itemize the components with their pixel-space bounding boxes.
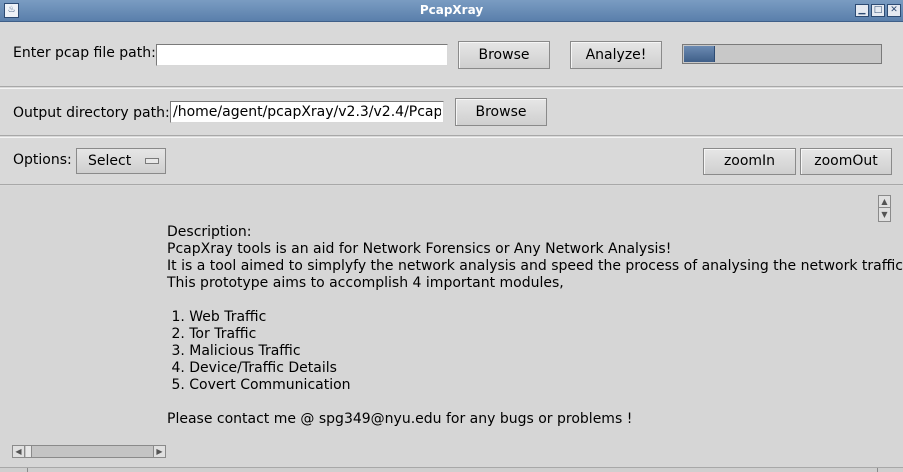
minimize-icon[interactable]: ▁ [855,4,869,17]
dropdown-arrow-icon [145,158,159,164]
maximize-icon[interactable]: □ [871,4,885,17]
bottom-scroll-track [0,467,903,472]
output-dir-panel: Output directory path: Browse [0,88,903,136]
title-bar[interactable]: ♨ PcapXray ▁ □ ✕ [0,0,903,22]
scroll-up-icon[interactable]: ▲ [879,196,890,208]
pcap-input-panel: Enter pcap file path: Browse Analyze! [0,23,903,87]
options-selected-value: Select [88,153,132,169]
description-text: Description: PcapXray tools is an aid fo… [167,224,903,427]
close-icon[interactable]: ✕ [887,4,901,17]
output-path-input[interactable] [170,101,444,123]
options-panel: Options: Select zoomIn zoomOut [0,137,903,185]
progress-fill [684,46,716,62]
analysis-progress-bar [682,44,882,64]
analyze-button[interactable]: Analyze! [570,41,662,69]
scroll-down-icon[interactable]: ▼ [879,209,890,221]
track-divider [877,468,878,472]
scroll-right-icon[interactable]: ▶ [153,446,165,457]
pcap-browse-button[interactable]: Browse [458,41,550,69]
window-title: PcapXray [419,3,484,17]
track-divider [27,468,28,472]
scrollbar-thumb[interactable] [26,446,32,457]
graph-canvas[interactable]: Description: PcapXray tools is an aid fo… [0,186,903,472]
pcap-path-label: Enter pcap file path: [13,45,156,61]
scroll-left-icon[interactable]: ◀ [13,446,25,457]
pcap-path-input[interactable] [156,44,448,66]
output-browse-button[interactable]: Browse [455,98,547,126]
vertical-scrollbar[interactable]: ▲ ▼ [878,195,891,222]
options-label: Options: [13,152,72,168]
output-path-label: Output directory path: [13,105,170,121]
horizontal-scrollbar[interactable]: ◀ ▶ [12,445,166,458]
options-select[interactable]: Select [76,148,166,174]
zoom-in-button[interactable]: zoomIn [703,148,796,175]
zoom-out-button[interactable]: zoomOut [800,148,892,175]
